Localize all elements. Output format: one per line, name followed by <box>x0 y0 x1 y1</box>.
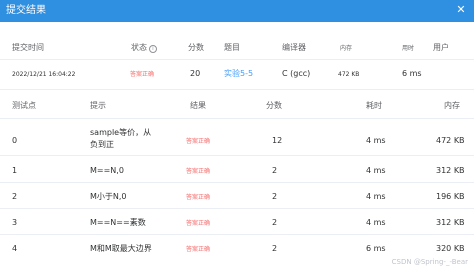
test-id: 2 <box>12 192 18 201</box>
compiler-value: C (gcc) <box>282 69 311 78</box>
test-memory: 196 KB <box>436 192 465 201</box>
test-id: 1 <box>12 166 18 175</box>
problem-link[interactable]: 实验5-5 <box>224 68 253 79</box>
header-test-score: 分数 <box>266 101 282 110</box>
divider <box>0 118 474 119</box>
test-hint: M和M取最大边界 <box>90 244 152 253</box>
test-memory: 312 KB <box>436 166 465 175</box>
runtime-value: 6 ms <box>402 69 422 78</box>
test-result: 答案正确 <box>186 194 211 201</box>
header-problem: 题目 <box>224 43 240 52</box>
test-score: 2 <box>272 218 278 227</box>
test-score: 2 <box>272 192 278 201</box>
header-test-id: 测试点 <box>12 101 36 110</box>
watermark: CSDN @Spring-_-Bear <box>391 258 468 266</box>
test-id: 0 <box>12 136 18 145</box>
test-score: 2 <box>272 166 278 175</box>
test-result: 答案正确 <box>186 138 211 145</box>
header-test-memory: 内存 <box>444 101 460 110</box>
header-user: 用户 <box>433 43 449 52</box>
close-icon[interactable]: ✕ <box>454 3 468 17</box>
test-score: 12 <box>272 136 283 145</box>
test-time: 4 ms <box>366 218 386 227</box>
header-score: 分数 <box>188 43 204 52</box>
header-runtime: 用时 <box>402 45 415 52</box>
test-result: 答案正确 <box>186 246 211 253</box>
header-result: 结果 <box>190 101 206 110</box>
test-memory: 312 KB <box>436 218 465 227</box>
test-memory: 472 KB <box>436 136 465 145</box>
divider <box>0 182 474 183</box>
memory-value: 472 KB <box>338 71 360 78</box>
test-memory: 320 KB <box>436 244 465 253</box>
header-test-time: 耗时 <box>366 101 382 110</box>
header-status: 状态 i <box>131 42 157 53</box>
status-badge: 答案正确 <box>130 71 155 78</box>
test-hint: M小于N,0 <box>90 192 127 201</box>
test-id: 4 <box>12 244 18 253</box>
dialog-title: 提交结果 <box>6 5 46 16</box>
divider <box>0 59 474 60</box>
test-score: 2 <box>272 244 278 253</box>
info-icon[interactable]: i <box>149 45 157 53</box>
submit-time: 2022/12/21 16:04:22 <box>12 71 76 78</box>
test-result: 答案正确 <box>186 220 211 227</box>
dialog-header: 提交结果 ✕ <box>0 0 474 22</box>
test-time: 4 ms <box>366 192 386 201</box>
header-memory: 内存 <box>340 45 353 52</box>
divider <box>0 234 474 235</box>
divider <box>0 155 474 156</box>
divider <box>0 89 474 90</box>
test-time: 4 ms <box>366 166 386 175</box>
submission-score: 20 <box>190 69 201 78</box>
header-submit-time: 提交时间 <box>12 43 44 52</box>
test-time: 4 ms <box>366 136 386 145</box>
test-result: 答案正确 <box>186 168 211 175</box>
test-hint: M==N,0 <box>90 166 124 175</box>
divider <box>0 208 474 209</box>
test-id: 3 <box>12 218 18 227</box>
test-hint: sample等价，从 <box>90 128 152 137</box>
header-compiler: 编译器 <box>282 43 306 52</box>
header-hint: 提示 <box>90 101 106 110</box>
test-hint-line2: 负到正 <box>90 140 114 149</box>
test-time: 6 ms <box>366 244 386 253</box>
test-hint: M==N==素数 <box>90 218 146 227</box>
